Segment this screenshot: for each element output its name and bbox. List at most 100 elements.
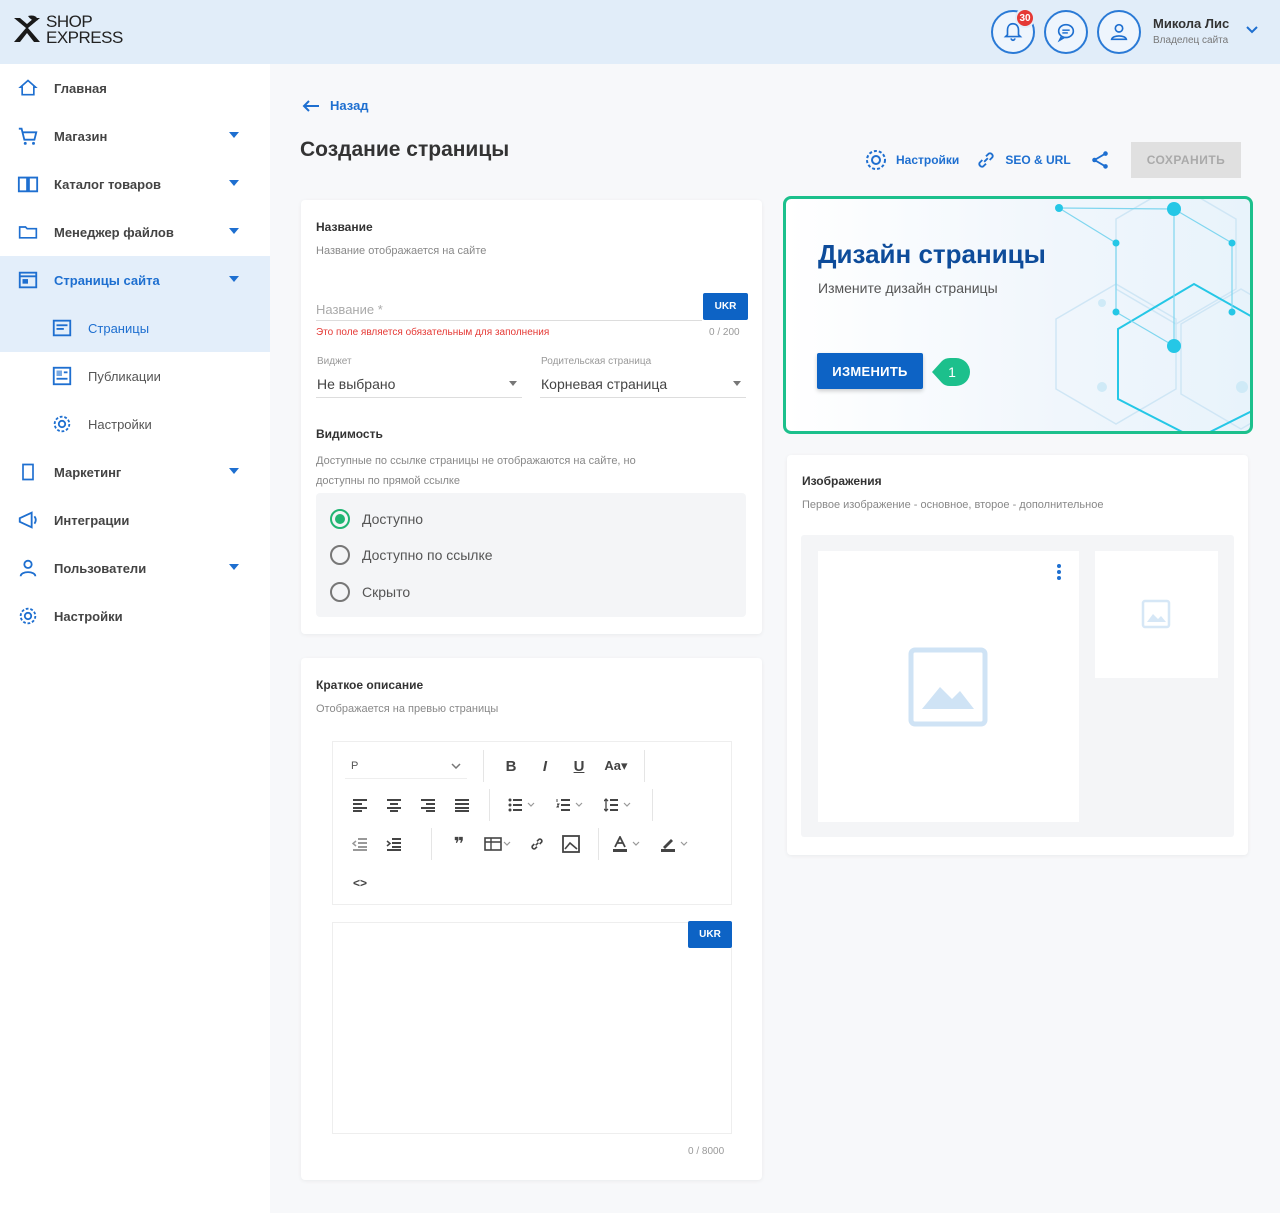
top-header: SHOP EXPRESS 30 Микола Лис Владелец сайт… <box>0 0 1280 64</box>
notifications-button[interactable]: 30 <box>991 8 1035 54</box>
short-description-title: Краткое описание <box>316 678 424 692</box>
radio-available[interactable]: Доступно <box>330 509 423 529</box>
link-icon[interactable] <box>520 829 554 859</box>
chevron-down-icon[interactable] <box>1245 25 1259 35</box>
quote-icon[interactable]: ❞ <box>442 829 476 859</box>
sidebar-item-shop[interactable]: Магазин <box>0 112 270 160</box>
line-height-icon[interactable] <box>594 790 642 820</box>
sidebar-subitem-label: Страницы <box>88 320 150 336</box>
align-justify-icon[interactable] <box>445 790 479 820</box>
radio-hidden[interactable]: Скрыто <box>330 582 410 602</box>
outdent-icon[interactable] <box>343 829 377 859</box>
chevron-down-icon <box>229 180 239 186</box>
short-description-editor[interactable] <box>332 922 732 1134</box>
sidebar-item-users[interactable]: Пользователи <box>0 544 270 592</box>
chevron-down-icon <box>229 468 239 474</box>
visibility-section: Видимость Доступные по ссылке страницы н… <box>316 427 636 491</box>
gear-icon <box>16 604 40 628</box>
sidebar-subitem-publications[interactable]: Публикации <box>0 352 270 400</box>
source-code-icon[interactable]: <> <box>343 868 377 898</box>
sidebar-item-pages[interactable]: Страницы сайта <box>0 256 270 304</box>
parent-page-caret-icon[interactable] <box>733 381 741 386</box>
radio-available-by-link[interactable]: Доступно по ссылке <box>330 545 493 565</box>
short-description-hint: Отображается на превью страницы <box>316 703 499 715</box>
chevron-down-icon <box>229 276 239 282</box>
italic-button[interactable]: I <box>528 751 562 781</box>
image-insert-icon[interactable] <box>554 829 588 859</box>
chevron-down-icon <box>229 132 239 138</box>
indent-icon[interactable] <box>377 829 411 859</box>
images-title: Изображения <box>802 474 882 488</box>
design-title: Дизайн страницы <box>818 239 1046 269</box>
text-style-button[interactable]: Aa▾ <box>596 751 636 781</box>
change-design-button[interactable]: ИЗМЕНИТЬ <box>817 353 923 389</box>
widget-label: Виджет <box>317 356 352 367</box>
more-vertical-icon[interactable] <box>1056 563 1062 581</box>
profile-button[interactable] <box>1097 10 1141 54</box>
numbered-list-icon[interactable] <box>546 790 594 820</box>
notification-badge: 30 <box>1015 8 1035 28</box>
visibility-title: Видимость <box>316 427 383 441</box>
align-left-icon[interactable] <box>343 790 377 820</box>
messages-button[interactable] <box>1044 10 1088 54</box>
highlight-color-icon[interactable] <box>651 829 699 859</box>
radio-checked-icon <box>330 509 350 529</box>
visibility-hint: Доступные по ссылке страницы не отобража… <box>316 451 636 491</box>
sidebar-subitem-settings[interactable]: Настройки <box>0 400 270 448</box>
gear-icon <box>50 412 74 436</box>
secondary-image-slot[interactable] <box>1095 551 1218 678</box>
main-image-slot[interactable] <box>818 551 1079 822</box>
chat-icon <box>1057 23 1075 43</box>
logo-text: SHOP EXPRESS <box>46 13 123 47</box>
back-link[interactable]: Назад <box>302 98 369 113</box>
font-color-icon[interactable] <box>603 829 651 859</box>
share-icon[interactable] <box>1089 149 1111 171</box>
underline-button[interactable]: U <box>562 751 596 781</box>
widget-select[interactable] <box>316 397 522 398</box>
chevron-down-icon <box>451 762 461 769</box>
radio-label: Скрыто <box>362 584 411 600</box>
gear-icon <box>866 150 886 170</box>
sidebar-item-integrations[interactable]: Интеграции <box>0 496 270 544</box>
image-placeholder-icon <box>1141 599 1171 629</box>
sidebar-item-label: Страницы сайта <box>54 272 160 288</box>
user-info[interactable]: Микола Лис Владелец сайта <box>1153 16 1229 46</box>
settings-link[interactable]: Настройки <box>864 148 959 172</box>
sidebar-item-settings[interactable]: Настройки <box>0 592 270 640</box>
seo-link-label: SEO & URL <box>1005 153 1071 167</box>
widget-select-value[interactable]: Не выбрано <box>317 376 395 392</box>
table-icon[interactable] <box>476 829 520 859</box>
sidebar-item-catalog[interactable]: Каталог товаров <box>0 160 270 208</box>
description-language-button[interactable]: UKR <box>688 921 732 948</box>
visibility-hint-line1: Доступные по ссылке страницы не отобража… <box>316 455 636 467</box>
sidebar-item-home[interactable]: Главная <box>0 64 270 112</box>
parent-page-select[interactable] <box>540 397 746 398</box>
sidebar-subitem-pages[interactable]: Страницы <box>0 304 270 352</box>
name-input[interactable] <box>316 320 702 321</box>
sidebar-item-label: Интеграции <box>54 512 130 528</box>
sidebar-item-label: Магазин <box>54 128 108 144</box>
name-input-placeholder[interactable]: Название * <box>316 302 383 317</box>
pages-icon <box>16 268 40 292</box>
widget-caret-icon[interactable] <box>509 381 517 386</box>
save-button[interactable]: СОХРАНИТЬ <box>1131 142 1241 178</box>
logo[interactable]: SHOP EXPRESS <box>12 13 123 47</box>
chevron-down-icon <box>229 228 239 234</box>
logo-line2: EXPRESS <box>46 28 123 47</box>
bullet-list-icon[interactable] <box>498 790 546 820</box>
sidebar-item-files[interactable]: Менеджер файлов <box>0 208 270 256</box>
name-language-button[interactable]: UKR <box>703 293 748 320</box>
align-right-icon[interactable] <box>411 790 445 820</box>
page-icon <box>50 316 74 340</box>
align-center-icon[interactable] <box>377 790 411 820</box>
paragraph-format-select[interactable]: P <box>345 753 467 779</box>
parent-page-label: Родительская страница <box>541 356 652 367</box>
seo-url-link[interactable]: SEO & URL <box>975 149 1071 171</box>
page-title: Создание страницы <box>300 138 510 161</box>
book-icon <box>16 172 40 196</box>
sidebar-item-marketing[interactable]: Маркетинг <box>0 448 270 496</box>
link-icon <box>978 152 994 168</box>
parent-page-select-value[interactable]: Корневая страница <box>541 376 667 392</box>
rich-text-toolbar: P B I U Aa▾ ❞ <> <box>332 741 732 905</box>
bold-button[interactable]: B <box>494 751 528 781</box>
